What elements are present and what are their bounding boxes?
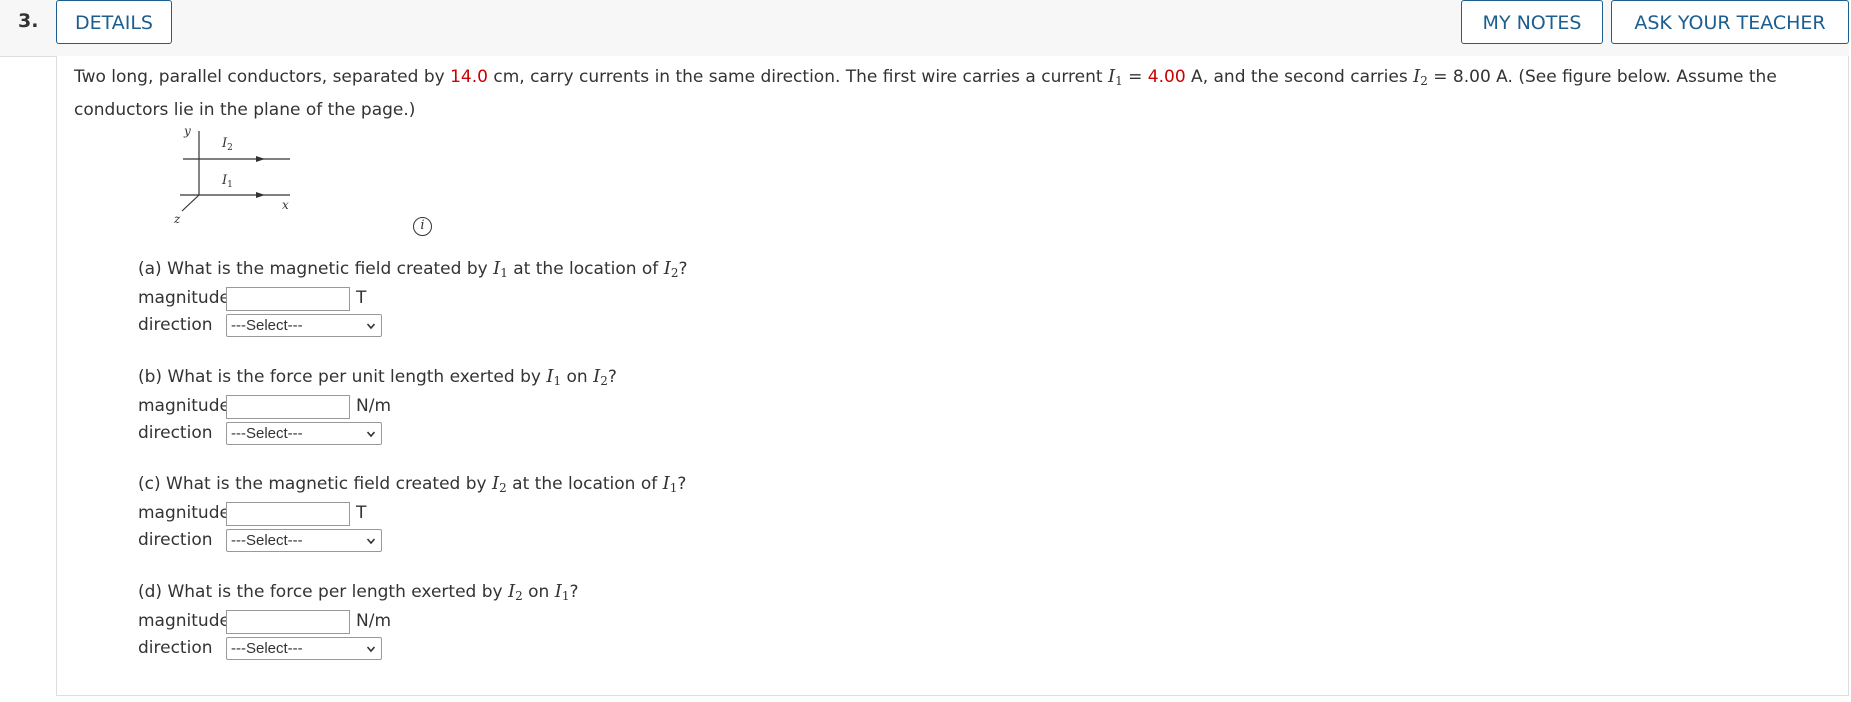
current-symbol: I1	[546, 366, 562, 388]
direction-select[interactable]: ---Select---	[226, 637, 382, 660]
ask-your-teacher-button[interactable]: ASK YOUR TEACHER	[1611, 0, 1849, 44]
unit-label: T	[356, 288, 367, 308]
current-symbol: I1	[493, 258, 508, 280]
part-question: (a) What is the magnetic field created b…	[138, 258, 688, 280]
direction-label: direction	[138, 315, 213, 335]
current-symbol: I2	[507, 581, 523, 603]
magnitude-input[interactable]	[226, 502, 350, 526]
magnitude-label: magnitude	[138, 288, 230, 308]
figure-label-i1: I1	[221, 173, 233, 190]
question-prompt: Two long, parallel conductors, separated…	[74, 62, 1814, 125]
chevron-down-icon	[367, 646, 375, 653]
y-axis-label: y	[183, 124, 191, 138]
current-symbol: I1	[554, 581, 570, 603]
current-symbol: I2	[663, 258, 679, 280]
part-question: (d) What is the force per length exerted…	[138, 581, 579, 603]
details-button[interactable]: DETAILS	[56, 0, 172, 44]
unit-label: T	[356, 503, 367, 523]
question-number: 3.	[18, 10, 39, 32]
info-icon[interactable]: i	[413, 217, 432, 236]
part-question: (c) What is the magnetic field created b…	[138, 473, 687, 495]
direction-select[interactable]: ---Select---	[226, 314, 382, 337]
z-axis-label: z	[173, 212, 181, 226]
magnitude-label: magnitude	[138, 611, 230, 631]
direction-label: direction	[138, 638, 213, 658]
magnitude-label: magnitude	[138, 396, 230, 416]
unit-label: N/m	[356, 611, 392, 631]
magnitude-input[interactable]	[226, 287, 350, 311]
conductors-figure: y x z I2 I1	[173, 124, 290, 226]
prompt-text: =	[1122, 67, 1148, 87]
unit-label: N/m	[356, 396, 392, 416]
current-symbol: I2	[492, 473, 507, 495]
direction-label: direction	[138, 423, 213, 443]
magnitude-input[interactable]	[226, 610, 350, 634]
current-symbol-i2: I2	[1413, 66, 1428, 88]
direction-select[interactable]: ---Select---	[226, 529, 382, 552]
prompt-text: Two long, parallel conductors, separated…	[74, 67, 451, 87]
separation-value: 14.0	[450, 67, 488, 87]
direction-selected-value: ---Select---	[231, 532, 303, 549]
current1-value: 4.00	[1147, 67, 1186, 87]
current-symbol-i1: I1	[1107, 66, 1123, 88]
prompt-text: A, and the second carries	[1185, 67, 1414, 87]
direction-select[interactable]: ---Select---	[226, 422, 382, 445]
direction-selected-value: ---Select---	[231, 317, 303, 334]
current-symbol: I1	[662, 473, 678, 495]
direction-label: direction	[138, 530, 213, 550]
my-notes-button[interactable]: MY NOTES	[1461, 0, 1603, 44]
x-axis-label: x	[282, 198, 289, 212]
prompt-text: cm, carry currents in the same direction…	[487, 67, 1108, 87]
figure-label-i2: I2	[221, 136, 233, 153]
direction-selected-value: ---Select---	[231, 640, 303, 657]
chevron-down-icon	[367, 323, 375, 330]
part-question: (b) What is the force per unit length ex…	[138, 366, 617, 388]
chevron-down-icon	[367, 431, 375, 438]
direction-selected-value: ---Select---	[231, 425, 303, 442]
chevron-down-icon	[367, 538, 375, 545]
magnitude-label: magnitude	[138, 503, 230, 523]
magnitude-input[interactable]	[226, 395, 350, 419]
current-symbol: I2	[593, 366, 608, 388]
